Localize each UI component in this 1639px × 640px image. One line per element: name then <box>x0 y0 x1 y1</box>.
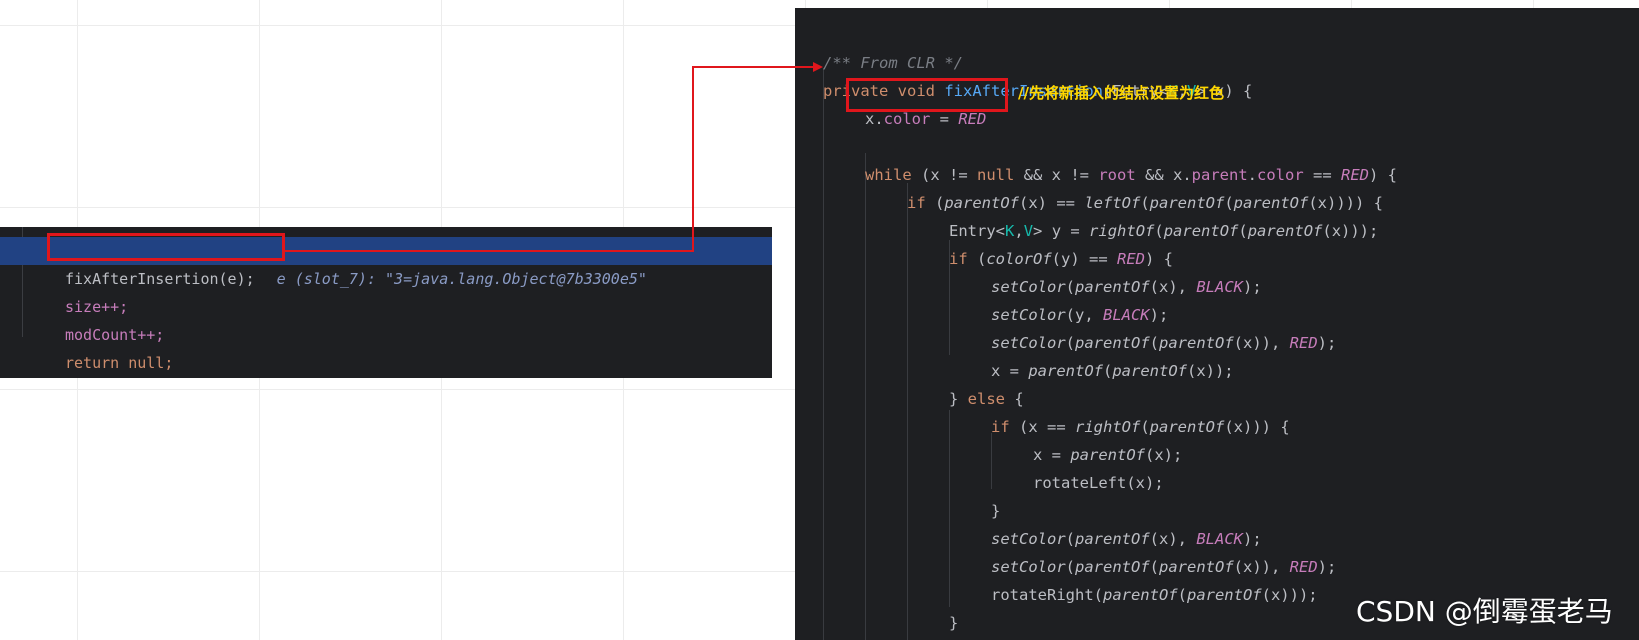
watermark: CSDN @倒霉蛋老马 <box>1356 595 1613 628</box>
connector-arrow <box>285 62 823 252</box>
connector-line <box>285 62 823 252</box>
